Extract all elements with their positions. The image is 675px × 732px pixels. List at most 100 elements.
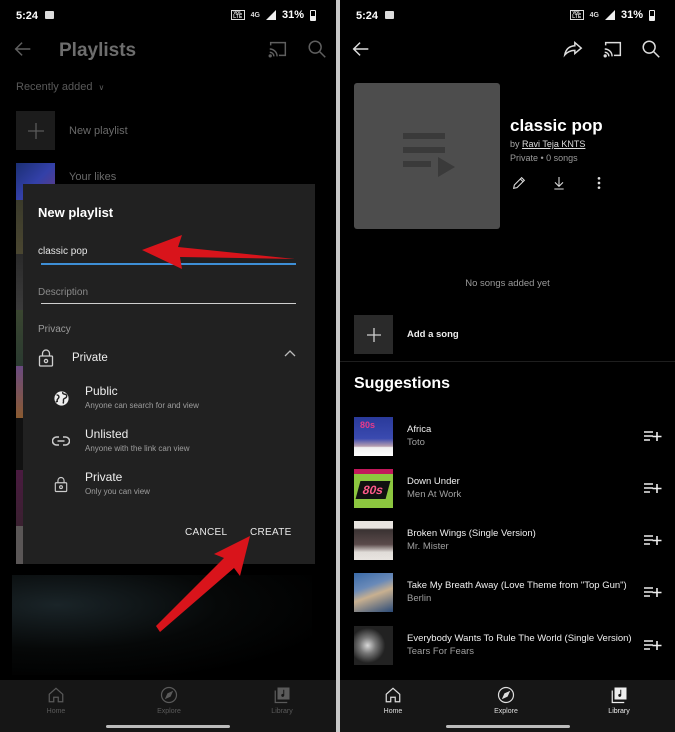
new-playlist-item[interactable]: New playlist <box>16 111 128 150</box>
arrow-left-icon <box>352 42 369 56</box>
playlist-artwork <box>354 83 500 229</box>
description-input[interactable]: Description <box>38 282 296 306</box>
sort-label: Recently added <box>16 81 93 93</box>
privacy-option-private[interactable]: Private Only you can view <box>51 470 296 506</box>
song-artist: Berlin <box>407 592 432 604</box>
playlist-add-icon <box>644 535 662 545</box>
create-button[interactable]: CREATE <box>250 527 292 538</box>
cast-icon <box>603 41 622 58</box>
section-divider <box>340 361 675 362</box>
option-subtitle: Only you can view <box>85 487 150 496</box>
nav-library[interactable]: Library <box>589 686 649 715</box>
option-subtitle: Anyone with the link can view <box>85 444 190 453</box>
cast-button[interactable] <box>264 35 292 63</box>
search-icon <box>308 40 326 58</box>
nav-explore[interactable]: Explore <box>476 686 536 715</box>
gesture-bar[interactable] <box>445 725 570 728</box>
battery-icon <box>649 9 655 21</box>
status-bar: 5:24 VoL LTE 4G 31% <box>0 0 336 30</box>
nav-label: Explore <box>494 708 518 715</box>
song-artist: Toto <box>407 436 425 448</box>
song-title: Broken Wings (Single Version) <box>407 527 536 539</box>
your-likes-label: Your likes <box>69 170 117 183</box>
privacy-option-unlisted[interactable]: Unlisted Anyone with the link can view <box>51 427 296 463</box>
suggestion-item[interactable]: Broken Wings (Single Version) Mr. Mister <box>354 520 663 560</box>
edit-button[interactable] <box>510 174 528 192</box>
nav-library[interactable]: Library <box>252 686 312 715</box>
nav-explore[interactable]: Explore <box>139 686 199 715</box>
suggestion-item[interactable]: 80s Africa Toto <box>354 416 663 456</box>
album-cover <box>354 625 393 665</box>
network-type-icon: 4G <box>250 11 260 19</box>
song-artist: Tears For Fears <box>407 645 475 657</box>
privacy-dropdown[interactable]: Private <box>38 344 296 372</box>
compass-icon <box>497 686 515 704</box>
add-to-playlist-button[interactable] <box>643 635 663 655</box>
album-cover <box>354 520 393 560</box>
nav-home[interactable]: Home <box>26 686 86 715</box>
search-button[interactable] <box>637 35 665 63</box>
add-to-playlist-button[interactable] <box>643 426 663 446</box>
playlist-meta: Private • 0 songs <box>510 153 578 163</box>
add-to-playlist-button[interactable] <box>643 478 663 498</box>
signal-icon <box>265 10 276 20</box>
song-title: Take My Breath Away (Love Theme from "To… <box>407 579 627 591</box>
network-type-icon: 4G <box>589 11 599 19</box>
input-underline-active <box>41 263 296 265</box>
dialog-title: New playlist <box>38 205 114 220</box>
page-title: Playlists <box>59 40 137 61</box>
option-title: Private <box>85 470 123 484</box>
volte-icon: VoL LTE <box>569 10 584 20</box>
privacy-option-public[interactable]: Public Anyone can search for and view <box>51 384 296 420</box>
chevron-up-icon <box>284 350 296 357</box>
bottom-navigation: Home Explore Library <box>340 680 675 732</box>
option-title: Public <box>85 384 118 398</box>
sort-dropdown[interactable]: Recently added ∨ <box>16 81 104 93</box>
lock-icon <box>38 349 54 367</box>
playlist-add-icon <box>644 483 662 493</box>
suggestion-item[interactable]: Take My Breath Away (Love Theme from "To… <box>354 572 663 612</box>
more-options-button[interactable] <box>590 174 608 192</box>
globe-icon <box>53 390 69 406</box>
option-subtitle: Anyone can search for and view <box>85 401 199 410</box>
home-icon <box>385 687 401 703</box>
back-button[interactable] <box>347 35 375 63</box>
song-title: Down Under <box>407 475 460 487</box>
link-icon <box>52 436 70 446</box>
add-song-label: Add a song <box>407 329 459 340</box>
album-cover: 80s <box>354 468 393 508</box>
option-title: Unlisted <box>85 427 129 441</box>
gallery-notification-icon <box>45 11 54 19</box>
share-button[interactable] <box>559 35 587 63</box>
privacy-selected-value: Private <box>72 352 108 364</box>
cancel-button[interactable]: CANCEL <box>185 527 227 538</box>
suggestion-item[interactable]: 80s Down Under Men At Work <box>354 468 663 508</box>
add-to-playlist-button[interactable] <box>643 582 663 602</box>
playlist-author-line: by Ravi Teja KNTS <box>510 139 585 149</box>
empty-state-text: No songs added yet <box>465 278 550 289</box>
privacy-label: Privacy <box>38 324 71 335</box>
lock-icon <box>54 476 68 492</box>
search-button[interactable] <box>303 35 331 63</box>
compass-icon <box>160 686 178 704</box>
search-icon <box>642 40 660 58</box>
playlist-name-value: classic pop <box>38 246 88 257</box>
playlist-name-input[interactable]: classic pop <box>38 241 296 266</box>
download-icon <box>554 177 564 190</box>
nav-label: Home <box>46 708 66 715</box>
add-song-button[interactable]: Add a song <box>354 315 459 354</box>
nav-label: Explore <box>157 708 181 715</box>
author-link[interactable]: Ravi Teja KNTS <box>522 139 585 149</box>
back-button[interactable] <box>9 35 37 63</box>
bottom-navigation: Home Explore Library <box>0 680 336 732</box>
chevron-down-icon: ∨ <box>98 83 105 92</box>
suggestions-heading: Suggestions <box>354 375 451 392</box>
cast-button[interactable] <box>599 35 627 63</box>
suggestion-item[interactable]: Everybody Wants To Rule The World (Singl… <box>354 625 663 665</box>
nav-home[interactable]: Home <box>363 686 423 715</box>
battery-percent: 31% <box>620 9 643 21</box>
song-title: Everybody Wants To Rule The World (Singl… <box>407 632 632 644</box>
gesture-bar[interactable] <box>106 725 230 728</box>
add-to-playlist-button[interactable] <box>643 530 663 550</box>
download-button[interactable] <box>550 174 568 192</box>
